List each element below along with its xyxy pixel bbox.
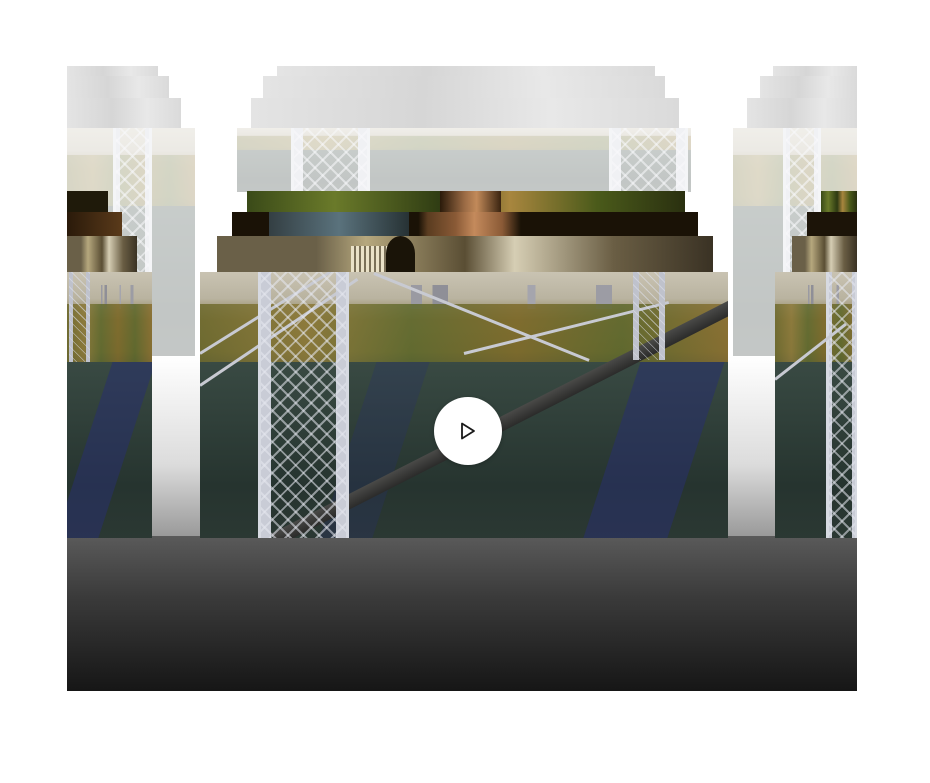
- background-frame: [67, 76, 169, 98]
- background-frame: [792, 236, 857, 272]
- background-frame: [773, 66, 857, 76]
- background-frame: [821, 191, 857, 212]
- background-frame: [807, 212, 857, 236]
- carousel-slide-right[interactable]: [775, 272, 857, 538]
- background-frame: [277, 66, 655, 76]
- play-icon: [460, 422, 476, 440]
- background-frame: [237, 128, 691, 192]
- background-frame: [747, 98, 857, 128]
- video-carousel: [67, 66, 857, 691]
- background-frame: [232, 212, 698, 236]
- carousel-floor: [67, 536, 857, 691]
- background-frame: [760, 76, 857, 98]
- background-frame: [67, 191, 108, 212]
- background-frame: [263, 76, 665, 98]
- background-frame: [67, 212, 122, 236]
- carousel-slide-left[interactable]: [67, 272, 152, 538]
- background-frame: [251, 98, 679, 128]
- background-frame: [247, 191, 685, 212]
- background-frame: [67, 66, 158, 76]
- play-button[interactable]: [434, 397, 502, 465]
- background-frame: [217, 236, 713, 272]
- background-frame: [67, 236, 137, 272]
- background-frame: [67, 98, 181, 128]
